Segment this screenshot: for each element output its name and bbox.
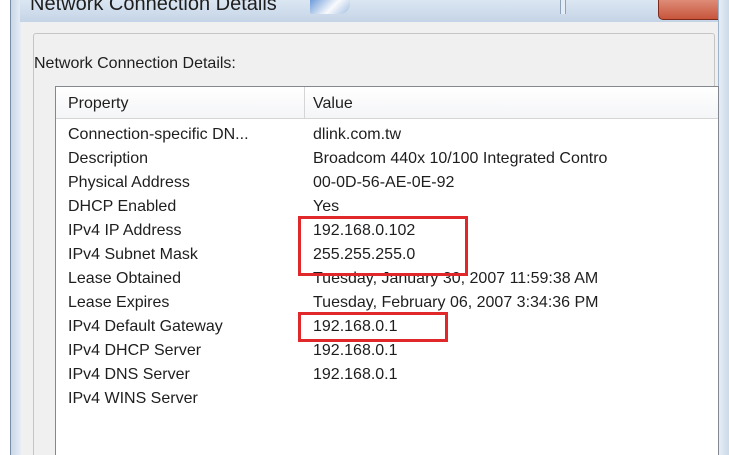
property-cell: IPv4 IP Address: [68, 222, 182, 239]
property-cell: Lease Expires: [68, 294, 170, 311]
property-cell: Description: [68, 150, 149, 167]
highlight-box-ip-subnet: [298, 216, 468, 276]
property-cell: IPv4 WINS Server: [68, 390, 198, 407]
value-cell: Broadcom 440x 10/100 Integrated Contro: [313, 150, 608, 167]
column-header-property[interactable]: Property: [68, 95, 128, 113]
value-cell: 192.168.0.1: [313, 366, 398, 383]
column-divider[interactable]: [304, 87, 305, 118]
group-label: Network Connection Details:: [34, 55, 236, 72]
table-row[interactable]: Physical Address 00-0D-56-AE-0E-92: [56, 172, 718, 196]
title-bar[interactable]: Network Connection Details: [20, 0, 718, 22]
table-row[interactable]: IPv4 DNS Server 192.168.0.1: [56, 364, 718, 388]
table-row[interactable]: IPv4 DHCP Server 192.168.0.1: [56, 340, 718, 364]
close-button[interactable]: [658, 0, 718, 20]
value-cell: 192.168.0.1: [313, 342, 398, 359]
value-cell: Yes: [313, 198, 340, 215]
dialog-window: Network Connection Details Network Conne…: [0, 0, 729, 455]
property-cell: Physical Address: [68, 174, 190, 191]
property-cell: IPv4 Default Gateway: [68, 318, 223, 335]
property-cell: Lease Obtained: [68, 270, 181, 287]
details-list-view[interactable]: Property Value Connection-specific DN...…: [55, 86, 719, 455]
value-cell: dlink.com.tw: [313, 126, 402, 143]
column-header-value[interactable]: Value: [313, 95, 353, 113]
property-cell: IPv4 DHCP Server: [68, 342, 202, 359]
table-row[interactable]: Description Broadcom 440x 10/100 Integra…: [56, 148, 718, 172]
window-title: Network Connection Details: [30, 0, 277, 15]
window-frame-right: [718, 0, 729, 455]
table-row[interactable]: Connection-specific DN... dlink.com.tw: [56, 124, 718, 148]
window-divider: [560, 0, 566, 14]
highlight-box-gateway: [298, 312, 448, 342]
property-cell: IPv4 Subnet Mask: [68, 246, 198, 263]
property-cell: Connection-specific DN...: [68, 126, 249, 143]
value-cell: 00-0D-56-AE-0E-92: [313, 174, 455, 191]
network-icon: [310, 0, 350, 14]
value-cell: Tuesday, February 06, 2007 3:34:36 PM: [313, 294, 599, 311]
property-cell: IPv4 DNS Server: [68, 366, 190, 383]
property-cell: DHCP Enabled: [68, 198, 177, 215]
table-row[interactable]: IPv4 WINS Server: [56, 388, 718, 412]
list-header: Property Value: [56, 87, 718, 119]
